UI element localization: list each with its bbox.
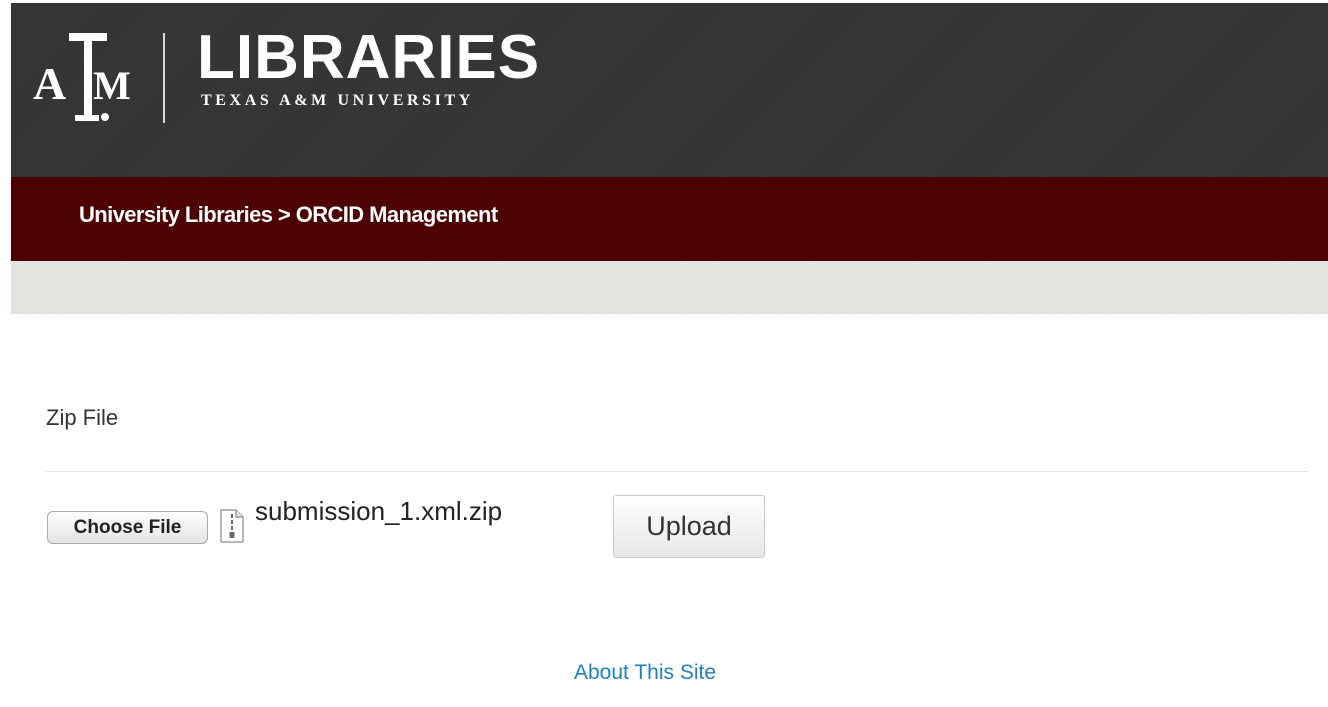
- selected-file-name: submission_1.xml.zip: [255, 496, 503, 526]
- logo-title[interactable]: LIBRARIES: [197, 27, 540, 89]
- logo-mark-letter-m: M: [93, 63, 131, 108]
- choose-file-button[interactable]: Choose File: [47, 511, 208, 544]
- file-icon: [220, 509, 244, 543]
- breadcrumb[interactable]: University Libraries > ORCID Management: [79, 202, 498, 228]
- breadcrumb-bar: University Libraries > ORCID Management: [11, 177, 1328, 261]
- section-title: Zip File: [46, 405, 119, 430]
- site-header: A T M LIBRARIES TEXAS A&M UNIVERSITY: [11, 3, 1328, 177]
- tamu-logo-icon[interactable]: A T M: [33, 29, 143, 125]
- decorative-band: [11, 261, 1328, 314]
- upload-button[interactable]: Upload: [613, 495, 765, 558]
- logo-mark-letter-t: T: [77, 48, 78, 50]
- section-divider: [46, 471, 1309, 472]
- about-site-link[interactable]: About This Site: [574, 661, 716, 685]
- logo-mark-letter-a: A: [33, 58, 66, 109]
- logo-divider: [163, 33, 165, 123]
- logo-subtitle[interactable]: TEXAS A&M UNIVERSITY: [201, 92, 474, 110]
